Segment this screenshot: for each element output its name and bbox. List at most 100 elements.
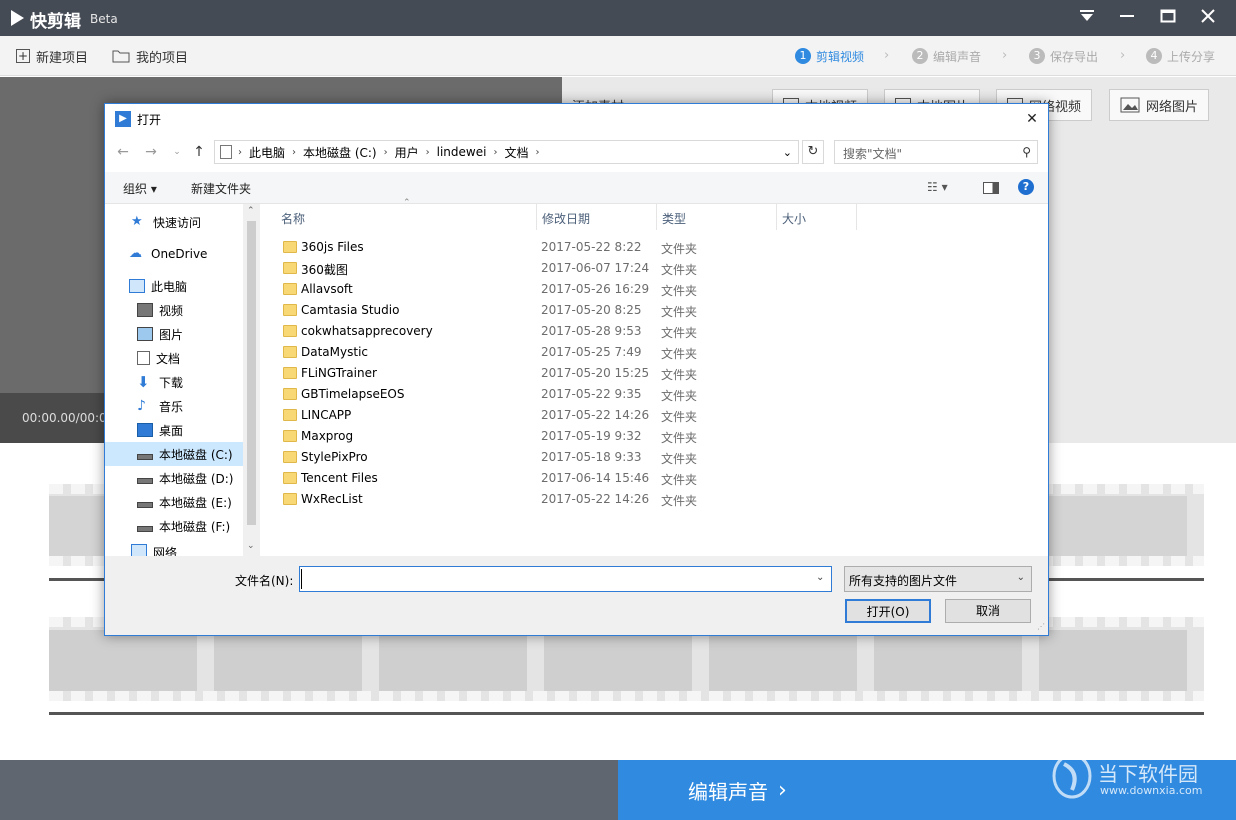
nav-documents[interactable]: 文档: [105, 346, 243, 370]
nav-videos[interactable]: 视频: [105, 298, 243, 322]
nav-drive-d[interactable]: 本地磁盘 (D:): [105, 466, 243, 490]
nav-label: 本地磁盘 (D:): [159, 471, 234, 486]
recent-dropdown-icon[interactable]: ⌄: [167, 142, 187, 162]
column-date[interactable]: 修改日期: [542, 210, 590, 227]
breadcrumb-this-pc[interactable]: 此电脑: [244, 144, 290, 161]
app-titlebar: 快剪辑 Beta: [0, 0, 1236, 36]
breadcrumb-drive-c[interactable]: 本地磁盘 (C:): [298, 144, 382, 161]
minimize-icon[interactable]: [1115, 6, 1139, 30]
file-row[interactable]: StylePixPro 2017-05-18 9:33 文件夹: [265, 447, 1045, 468]
refresh-icon[interactable]: ↻: [802, 140, 824, 164]
nav-drive-f[interactable]: 本地磁盘 (F:): [105, 514, 243, 538]
help-icon[interactable]: ?: [1018, 179, 1034, 195]
file-row[interactable]: Tencent Files 2017-06-14 15:46 文件夹: [265, 468, 1045, 489]
watermark-url: www.downxia.com: [1100, 784, 1203, 797]
file-row[interactable]: cokwhatsapprecovery 2017-05-28 9:53 文件夹: [265, 321, 1045, 342]
app-beta-label: Beta: [90, 12, 118, 26]
filename-dropdown-icon[interactable]: ⌄: [816, 572, 824, 583]
column-name[interactable]: 名称: [281, 210, 305, 227]
file-row[interactable]: WxRecList 2017-05-22 14:26 文件夹: [265, 489, 1045, 510]
file-row[interactable]: DataMystic 2017-05-25 7:49 文件夹: [265, 342, 1045, 363]
new-project-button[interactable]: + 新建项目: [16, 47, 88, 66]
main-toolbar: + 新建项目 我的项目 1 剪辑视频 › 2 编辑声音 › 3 保存导出 › 4…: [0, 36, 1236, 76]
close-icon[interactable]: [1196, 6, 1220, 30]
file-row[interactable]: 360截图 2017-06-07 17:24 文件夹: [265, 258, 1045, 279]
folder-icon: [283, 283, 297, 295]
scroll-down-icon[interactable]: ⌄: [247, 541, 255, 551]
step-3-save-export[interactable]: 3 保存导出: [1029, 47, 1098, 65]
open-button[interactable]: 打开(O): [845, 599, 931, 623]
column-type[interactable]: 类型: [662, 210, 686, 227]
network-icon: [131, 544, 147, 556]
new-folder-button[interactable]: 新建文件夹: [191, 180, 251, 197]
command-bar: 组织 ▾ 新建文件夹 ☷ ▾ ?: [105, 172, 1048, 204]
file-row[interactable]: 360js Files 2017-05-22 8:22 文件夹: [265, 237, 1045, 258]
back-arrow-icon[interactable]: ←: [113, 142, 133, 162]
music-icon: ♪: [137, 398, 146, 414]
watermark-logo-icon: [1052, 753, 1092, 799]
nav-label: 文档: [156, 351, 181, 366]
nav-drive-e[interactable]: 本地磁盘 (E:): [105, 490, 243, 514]
search-input[interactable]: 搜索"文档" ⚲: [834, 140, 1038, 164]
file-row[interactable]: Allavsoft 2017-05-26 16:29 文件夹: [265, 279, 1045, 300]
app-logo-icon: [11, 10, 24, 26]
address-row: ← → ⌄ ↑ › 此电脑 › 本地磁盘 (C:) › 用户 › lindewe…: [105, 136, 1048, 168]
nav-quick-access[interactable]: ★ 快速访问: [105, 210, 243, 234]
breadcrumb-lindewei[interactable]: lindewei: [432, 145, 492, 159]
file-row[interactable]: FLiNGTrainer 2017-05-20 15:25 文件夹: [265, 363, 1045, 384]
step-1-edit-video[interactable]: 1 剪辑视频: [795, 47, 864, 65]
drive-icon: [137, 525, 153, 532]
watermark-text: 当下软件园: [1098, 762, 1198, 786]
dialog-close-icon[interactable]: ✕: [1021, 108, 1043, 130]
file-type-filter[interactable]: 所有支持的图片文件 ⌄: [844, 566, 1032, 592]
file-row[interactable]: GBTimelapseEOS 2017-05-22 9:35 文件夹: [265, 384, 1045, 405]
download-icon: ⬇: [137, 373, 150, 391]
chevron-right-icon: ›: [1002, 48, 1008, 63]
menu-icon[interactable]: [1075, 6, 1099, 30]
next-step-label: 编辑声音: [688, 779, 768, 804]
text-cursor: [301, 569, 302, 589]
app-small-icon: ▶: [115, 111, 131, 127]
up-arrow-icon[interactable]: ↑: [189, 142, 209, 162]
nav-drive-c[interactable]: 本地磁盘 (C:): [105, 442, 243, 466]
step-2-edit-audio[interactable]: 2 编辑声音: [912, 47, 981, 65]
file-row[interactable]: Camtasia Studio 2017-05-20 8:25 文件夹: [265, 300, 1045, 321]
preview-pane-icon[interactable]: [983, 182, 999, 194]
breadcrumb-users[interactable]: 用户: [390, 144, 424, 161]
address-bar[interactable]: › 此电脑 › 本地磁盘 (C:) › 用户 › lindewei › 文档 ›…: [214, 140, 799, 164]
plus-box-icon: +: [16, 49, 30, 63]
address-dropdown-icon[interactable]: ⌄: [783, 146, 798, 159]
nav-label: 音乐: [159, 399, 184, 414]
nav-downloads[interactable]: ⬇ 下载: [105, 370, 243, 394]
nav-desktop[interactable]: 桌面: [105, 418, 243, 442]
folder-path-icon: [220, 145, 232, 159]
scroll-up-icon[interactable]: ⌃: [247, 206, 255, 216]
nav-label: 此电脑: [151, 279, 188, 294]
file-row[interactable]: Maxprog 2017-05-19 9:32 文件夹: [265, 426, 1045, 447]
nav-label: 快速访问: [153, 215, 202, 230]
nav-pictures[interactable]: 图片: [105, 322, 243, 346]
maximize-icon[interactable]: [1156, 6, 1180, 30]
my-projects-button[interactable]: 我的项目: [112, 47, 188, 66]
forward-arrow-icon[interactable]: →: [141, 142, 161, 162]
resize-grip-icon[interactable]: ⋰: [1037, 622, 1045, 631]
cancel-button[interactable]: 取消: [945, 599, 1031, 623]
column-size[interactable]: 大小: [782, 210, 806, 227]
watermark: 当下软件园 www.downxia.com: [1050, 752, 1220, 802]
folder-icon: [283, 325, 297, 337]
dialog-footer: 文件名(N): ⌄ 所有支持的图片文件 ⌄ 打开(O) 取消 ⋰: [105, 556, 1048, 635]
search-icon[interactable]: ⚲: [1022, 145, 1031, 159]
organize-menu[interactable]: 组织 ▾: [123, 180, 157, 197]
file-row[interactable]: LINCAPP 2017-05-22 14:26 文件夹: [265, 405, 1045, 426]
nav-onedrive[interactable]: ☁ OneDrive: [105, 242, 243, 266]
nav-scrollbar-thumb[interactable]: [247, 221, 256, 525]
nav-network[interactable]: 网络: [105, 544, 243, 556]
breadcrumb-documents[interactable]: 文档: [499, 144, 533, 161]
view-options-icon[interactable]: ☷ ▾: [927, 180, 948, 194]
nav-music[interactable]: ♪ 音乐: [105, 394, 243, 418]
web-image-button[interactable]: 网络图片: [1109, 89, 1210, 121]
nav-this-pc[interactable]: 此电脑: [105, 274, 243, 298]
drive-icon: [137, 477, 153, 484]
step-4-upload-share[interactable]: 4 上传分享: [1146, 47, 1215, 65]
filename-input[interactable]: [299, 566, 832, 592]
